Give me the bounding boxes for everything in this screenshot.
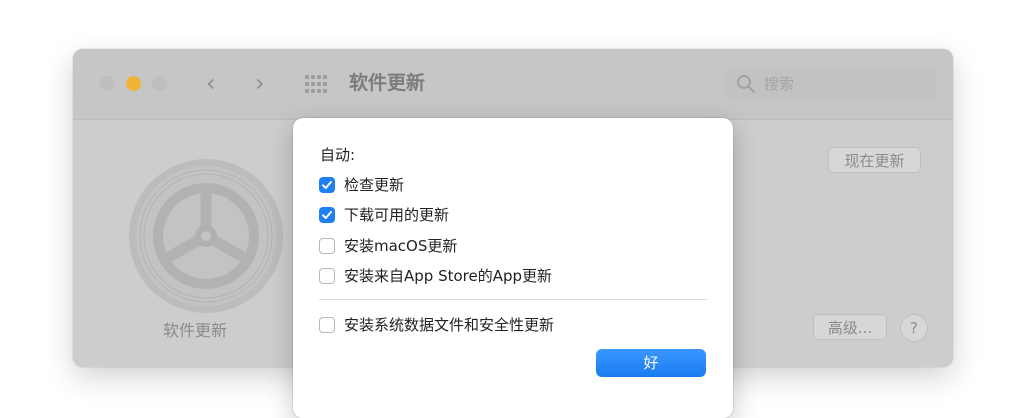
chevron-right-icon[interactable]: › bbox=[255, 69, 265, 97]
chevron-left-icon[interactable]: ‹ bbox=[206, 69, 216, 97]
title-bar: ‹ › 软件更新 搜索 bbox=[73, 49, 953, 120]
grid-icon[interactable] bbox=[305, 75, 329, 93]
automatic-updates-dialog: 自动: 检查更新 下载可用的更新 安装macOS更新 安装来自App Store… bbox=[293, 118, 733, 418]
help-button[interactable]: ? bbox=[900, 314, 928, 342]
pane-label: 软件更新 bbox=[163, 321, 228, 340]
option-install-security-updates[interactable]: 安装系统数据文件和安全性更新 bbox=[319, 314, 554, 336]
option-label: 下载可用的更新 bbox=[344, 206, 450, 224]
option-label: 安装系统数据文件和安全性更新 bbox=[344, 316, 555, 334]
option-install-macos-updates[interactable]: 安装macOS更新 bbox=[319, 235, 457, 257]
dialog-heading: 自动: bbox=[320, 146, 356, 164]
option-label: 检查更新 bbox=[344, 176, 405, 194]
option-check-updates[interactable]: 检查更新 bbox=[319, 174, 404, 196]
option-install-app-store-updates[interactable]: 安装来自App Store的App更新 bbox=[319, 265, 552, 287]
divider bbox=[319, 299, 707, 300]
search-placeholder: 搜索 bbox=[764, 75, 795, 93]
gear-icon bbox=[129, 159, 283, 313]
checkbox-download-updates[interactable] bbox=[319, 207, 335, 223]
ok-button[interactable]: 好 bbox=[596, 349, 706, 377]
close-window-button[interactable] bbox=[100, 76, 115, 91]
update-now-button[interactable]: 现在更新 bbox=[828, 147, 921, 173]
checkmark-icon bbox=[322, 211, 332, 219]
search-icon bbox=[737, 75, 755, 93]
checkbox-install-security-updates[interactable] bbox=[319, 317, 335, 333]
advanced-button[interactable]: 高级... bbox=[813, 314, 887, 340]
zoom-window-button[interactable] bbox=[152, 76, 167, 91]
checkbox-install-macos-updates[interactable] bbox=[319, 238, 335, 254]
minimize-window-button[interactable] bbox=[126, 76, 141, 91]
option-download-updates[interactable]: 下载可用的更新 bbox=[319, 204, 449, 226]
checkbox-check-updates[interactable] bbox=[319, 177, 335, 193]
checkmark-icon bbox=[322, 181, 332, 189]
search-input[interactable]: 搜索 bbox=[724, 68, 936, 100]
option-label: 安装macOS更新 bbox=[344, 237, 458, 255]
option-label: 安装来自App Store的App更新 bbox=[344, 267, 553, 285]
checkbox-install-app-store-updates[interactable] bbox=[319, 268, 335, 284]
window-title: 软件更新 bbox=[349, 72, 426, 94]
